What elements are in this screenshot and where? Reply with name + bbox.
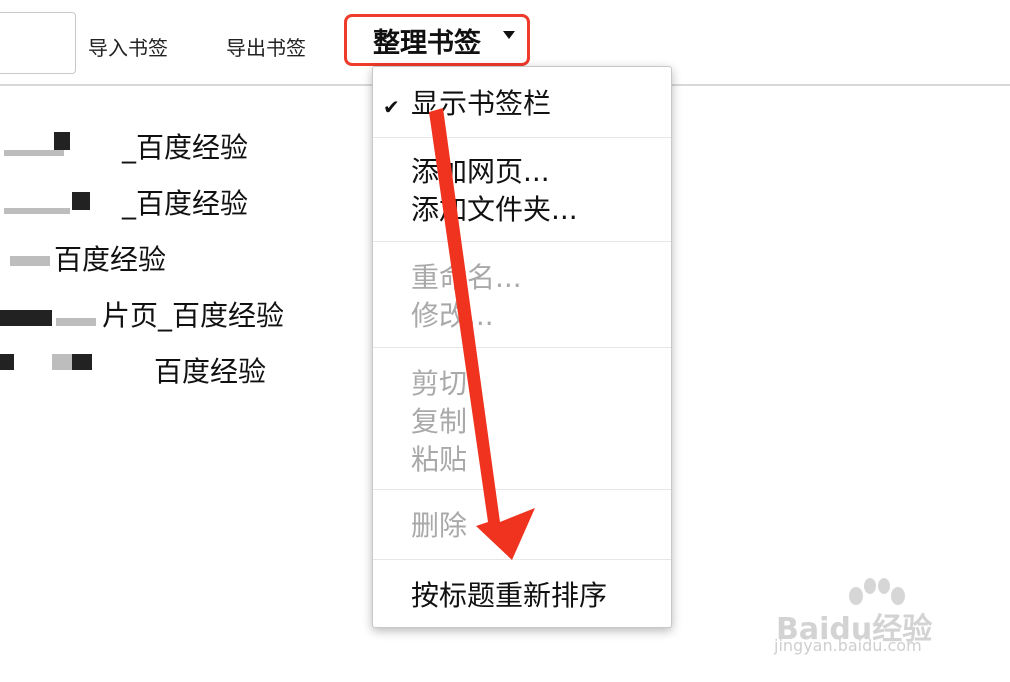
- redaction-mark: [56, 318, 96, 326]
- menu-separator: [373, 347, 671, 348]
- menu-item-show-bookmarks-bar[interactable]: 显示书签栏: [411, 85, 551, 123]
- redaction-mark: [72, 354, 92, 370]
- menu-separator: [373, 137, 671, 138]
- menu-item-cut: 剪切: [411, 367, 468, 400]
- organize-bookmarks-button[interactable]: 整理书签: [344, 14, 530, 66]
- checkmark-icon: ✔: [383, 95, 400, 119]
- menu-item-sort-by-title[interactable]: 按标题重新排序: [411, 577, 607, 615]
- menu-item-copy: 复制: [411, 405, 468, 438]
- baidu-watermark: Baidu经验 jingyan.baidu.com: [770, 572, 970, 662]
- redaction-mark: [72, 192, 90, 210]
- bookmark-item[interactable]: _百度经验: [122, 186, 248, 222]
- caret-down-icon: [503, 31, 515, 39]
- menu-item-rename: 重命名...: [411, 261, 522, 294]
- bookmark-item[interactable]: 片页_百度经验: [102, 298, 284, 334]
- organize-dropdown-menu: ✔ 显示书签栏 添加网页... 添加文件夹... 重命名... 修改... 剪切…: [372, 66, 672, 628]
- bookmark-item[interactable]: _百度经验: [122, 130, 248, 166]
- redaction-mark: [0, 310, 52, 326]
- bookmark-item[interactable]: 百度经验: [154, 354, 266, 390]
- menu-separator: [373, 489, 671, 490]
- menu-item-paste: 粘贴: [411, 443, 468, 476]
- redaction-mark: [54, 132, 70, 150]
- menu-separator: [373, 241, 671, 242]
- menu-item-add-folder[interactable]: 添加文件夹...: [411, 191, 578, 229]
- bookmark-item[interactable]: 百度经验: [54, 242, 166, 278]
- watermark-url: jingyan.baidu.com: [774, 636, 922, 655]
- redaction-mark: [10, 256, 50, 266]
- redaction-mark: [0, 354, 14, 370]
- menu-item-add-page[interactable]: 添加网页...: [411, 153, 550, 191]
- menu-separator: [373, 559, 671, 560]
- organize-bookmarks-label: 整理书签: [373, 27, 481, 59]
- bookmark-list: _百度经验 _百度经验 百度经验 片页_百度经验 百度经验: [0, 0, 360, 682]
- redaction-mark: [4, 150, 64, 156]
- redaction-mark: [4, 208, 70, 214]
- menu-item-delete: 删除: [411, 509, 468, 542]
- menu-item-edit: 修改...: [411, 299, 494, 332]
- redaction-mark: [52, 354, 72, 370]
